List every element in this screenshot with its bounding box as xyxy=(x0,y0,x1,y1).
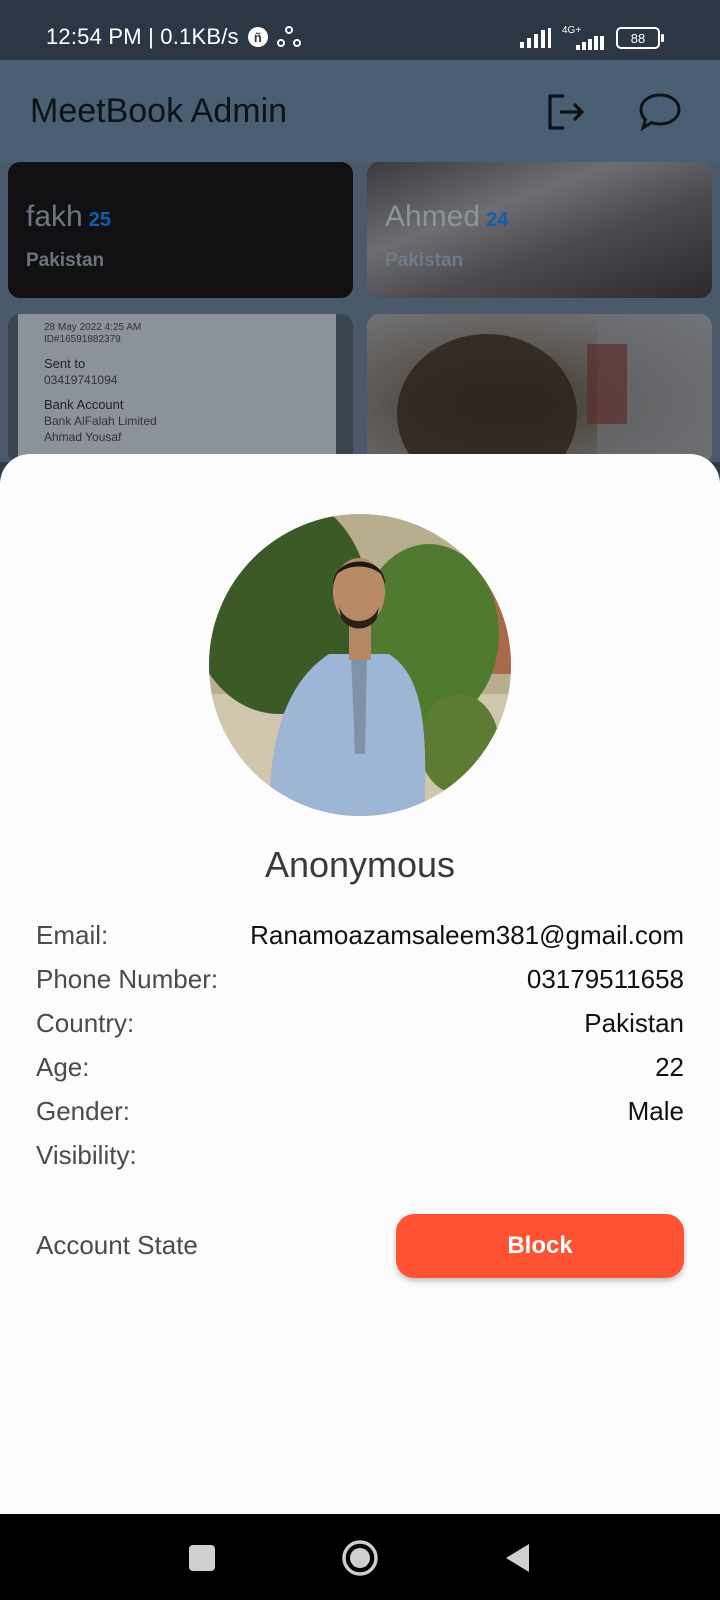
profile-display-name: Anonymous xyxy=(264,844,456,885)
account-state-label: Account State xyxy=(36,1230,198,1260)
user-card[interactable] xyxy=(367,314,712,464)
country-label: Country: xyxy=(36,1008,135,1038)
user-card-country: Pakistan xyxy=(385,250,464,271)
app-title: MeetBook Admin xyxy=(30,92,288,130)
profile-sheet: Anonymous Email: Ranamoazamsaleem381@gma… xyxy=(0,454,720,1514)
back-triangle-icon xyxy=(506,1544,529,1572)
network-type: 4G+ xyxy=(562,25,582,36)
home-circle-icon xyxy=(342,1540,378,1576)
user-card-age: 25 xyxy=(88,209,111,231)
back-button[interactable] xyxy=(498,1538,538,1578)
app-bar: MeetBook Admin xyxy=(0,60,720,162)
email-row: Email: Ranamoazamsaleem381@gmail.com xyxy=(36,920,684,960)
battery-indicator: 88 xyxy=(616,27,664,49)
receipt-image: 28 May 2022 4:25 AM ID#16591882379 Sent … xyxy=(18,314,336,464)
block-button[interactable]: Block xyxy=(396,1214,684,1278)
share-sync-icon xyxy=(276,26,301,48)
profile-photo xyxy=(209,514,511,816)
user-card[interactable]: Ahmed 24 Pakistan xyxy=(367,162,712,298)
logout-icon xyxy=(548,94,585,130)
status-time: 12:54 PM | 0.1KB/s xyxy=(46,24,239,49)
email-label: Email: xyxy=(36,920,109,950)
age-row: Age: 22 xyxy=(36,1052,684,1092)
receipt-id: ID#16591882379 xyxy=(44,334,121,345)
profile-avatar xyxy=(209,514,511,816)
recents-button[interactable] xyxy=(182,1538,222,1578)
receipt-sent-to-value: 03419741094 xyxy=(44,373,118,387)
visibility-row: Visibility: xyxy=(36,1140,684,1180)
phone-row: Phone Number: 03179511658 xyxy=(36,964,684,1004)
receipt-account-holder: Ahmad Yousaf xyxy=(44,430,122,444)
country-row: Country: Pakistan xyxy=(36,1008,684,1048)
receipt-sent-to-label: Sent to xyxy=(44,356,86,371)
receipt-bank-name: Bank AlFalah Limited xyxy=(44,414,157,428)
user-card-age: 24 xyxy=(486,209,509,231)
chat-bubble-icon xyxy=(639,93,681,132)
visibility-label: Visibility: xyxy=(36,1140,137,1170)
user-card[interactable]: 28 May 2022 4:25 AM ID#16591882379 Sent … xyxy=(8,314,353,464)
email-value: Ranamoazamsaleem381@gmail.com xyxy=(250,920,684,950)
system-nav-bar xyxy=(0,1514,720,1600)
receipt-bank-label: Bank Account xyxy=(44,397,124,412)
user-photo xyxy=(397,314,712,464)
chat-button[interactable] xyxy=(636,88,684,136)
user-card[interactable]: fakh 25 Pakistan xyxy=(8,162,353,298)
home-button[interactable] xyxy=(340,1538,380,1578)
country-value: Pakistan xyxy=(584,1008,684,1038)
svg-text:ñ: ñ xyxy=(254,30,262,45)
phone-value: 03179511658 xyxy=(526,964,684,994)
gender-row: Gender: Male xyxy=(36,1096,684,1136)
age-value: 22 xyxy=(655,1052,684,1082)
gender-value: Male xyxy=(627,1096,684,1126)
user-card-country: Pakistan xyxy=(26,250,105,271)
phone-label: Phone Number: xyxy=(36,964,219,994)
signal-icon xyxy=(520,28,552,48)
user-card-name: fakh xyxy=(26,200,83,233)
user-grid: fakh 25 Pakistan Ahmed 24 Pakistan 28 May … xyxy=(0,162,720,464)
gender-label: Gender: xyxy=(36,1096,130,1126)
app-notification-icon: ñ xyxy=(247,26,269,48)
recents-square-icon xyxy=(189,1545,215,1571)
age-label: Age: xyxy=(36,1052,90,1082)
user-card-name: Ahmed xyxy=(385,200,481,233)
logout-button[interactable] xyxy=(542,88,590,136)
network-4g-icon: 4G+ xyxy=(562,26,606,50)
receipt-datetime: 28 May 2022 4:25 AM xyxy=(44,322,142,333)
